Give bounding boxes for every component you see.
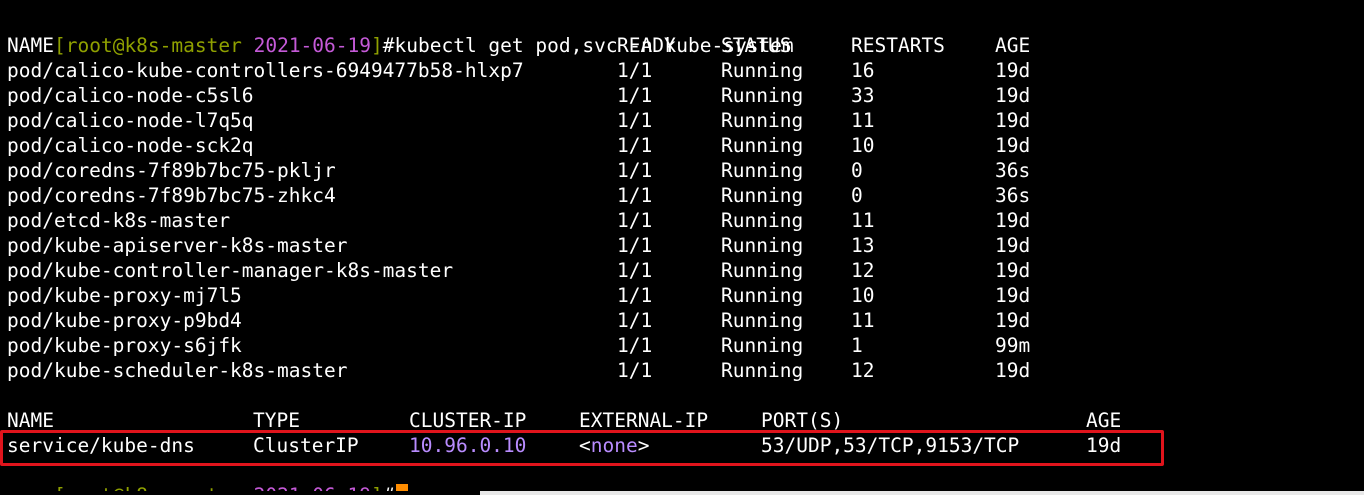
pod-ready-cell: 1/1 bbox=[617, 109, 653, 132]
pod-age-cell: 19d bbox=[995, 359, 1031, 382]
pod-status-cell: Running bbox=[721, 84, 804, 107]
pod-ready-cell: 1/1 bbox=[617, 134, 653, 157]
pod-name-cell: pod/kube-proxy-s6jfk bbox=[7, 334, 242, 357]
pod-age-cell: 19d bbox=[995, 234, 1031, 257]
pod-status-cell: Running bbox=[721, 259, 804, 282]
pod-age-cell: 19d bbox=[995, 109, 1031, 132]
pod-name-cell: pod/kube-controller-manager-k8s-master bbox=[7, 259, 454, 282]
pod-age-cell: 19d bbox=[995, 309, 1031, 332]
pod-restarts-cell: 1 bbox=[851, 334, 863, 357]
pod-ready-cell: 1/1 bbox=[617, 284, 653, 307]
pod-restarts-cell: 11 bbox=[851, 209, 875, 232]
pod-name-cell: pod/kube-scheduler-k8s-master bbox=[7, 359, 348, 382]
pod-age-cell: 36s bbox=[995, 159, 1031, 182]
terminal-window[interactable]: [root@k8s-master 2021-06-19]#kubectl get… bbox=[0, 0, 1364, 495]
pod-status-cell: Running bbox=[721, 284, 804, 307]
pod-age-cell: 99m bbox=[995, 334, 1031, 357]
pod-name-cell: pod/kube-proxy-p9bd4 bbox=[7, 309, 242, 332]
pod-name-cell: pod/calico-node-l7q5q bbox=[7, 109, 254, 132]
prompt-at: @ bbox=[112, 34, 125, 57]
prompt-dir: 2021-06-19 bbox=[253, 34, 371, 57]
pod-age-cell: 19d bbox=[995, 209, 1031, 232]
pod-ready-cell: 1/1 bbox=[617, 84, 653, 107]
prompt-hash: # bbox=[382, 34, 395, 57]
pod-restarts-cell: 11 bbox=[851, 109, 875, 132]
pod-ready-cell: 1/1 bbox=[617, 359, 653, 382]
pod-status-cell: Running bbox=[721, 309, 804, 332]
pod-restarts-cell: 10 bbox=[851, 284, 875, 307]
pod-restarts-cell: 0 bbox=[851, 184, 863, 207]
pods-header-ready: READY bbox=[617, 34, 676, 57]
pod-name-cell: pod/kube-proxy-mj7l5 bbox=[7, 284, 242, 307]
pod-status-cell: Running bbox=[721, 59, 804, 82]
pod-restarts-cell: 33 bbox=[851, 84, 875, 107]
command-line: [root@k8s-master 2021-06-19]#kubectl get… bbox=[7, 8, 794, 57]
prompt-host: k8s-master bbox=[124, 34, 242, 57]
pod-age-cell: 19d bbox=[995, 59, 1031, 82]
pod-name-cell: pod/calico-kube-controllers-6949477b58-h… bbox=[7, 59, 524, 82]
pod-ready-cell: 1/1 bbox=[617, 234, 653, 257]
pod-restarts-cell: 10 bbox=[851, 134, 875, 157]
pod-ready-cell: 1/1 bbox=[617, 309, 653, 332]
pod-status-cell: Running bbox=[721, 109, 804, 132]
pod-status-cell: Running bbox=[721, 234, 804, 257]
pod-ready-cell: 1/1 bbox=[617, 59, 653, 82]
pod-status-cell: Running bbox=[721, 159, 804, 182]
final-prompt-line[interactable]: [root@k8s-master 2021-06-19]# bbox=[7, 458, 408, 495]
pod-age-cell: 19d bbox=[995, 259, 1031, 282]
pod-name-cell: pod/coredns-7f89b7bc75-pkljr bbox=[7, 159, 336, 182]
pod-ready-cell: 1/1 bbox=[617, 159, 653, 182]
pod-age-cell: 19d bbox=[995, 134, 1031, 157]
pod-restarts-cell: 12 bbox=[851, 359, 875, 382]
pod-name-cell: pod/coredns-7f89b7bc75-zhkc4 bbox=[7, 184, 336, 207]
pod-restarts-cell: 13 bbox=[851, 234, 875, 257]
pod-status-cell: Running bbox=[721, 134, 804, 157]
pod-restarts-cell: 16 bbox=[851, 59, 875, 82]
pod-ready-cell: 1/1 bbox=[617, 209, 653, 232]
prompt-open-bracket: [ bbox=[53, 34, 66, 57]
pod-restarts-cell: 0 bbox=[851, 159, 863, 182]
pods-header-status: STATUS bbox=[721, 34, 792, 57]
pod-name-cell: pod/calico-node-c5sl6 bbox=[7, 84, 254, 107]
pod-status-cell: Running bbox=[721, 334, 804, 357]
pod-age-cell: 19d bbox=[995, 284, 1031, 307]
pod-age-cell: 19d bbox=[995, 84, 1031, 107]
pod-ready-cell: 1/1 bbox=[617, 184, 653, 207]
pod-age-cell: 36s bbox=[995, 184, 1031, 207]
pod-status-cell: Running bbox=[721, 209, 804, 232]
pods-header-age: AGE bbox=[995, 34, 1031, 57]
pod-ready-cell: 1/1 bbox=[617, 259, 653, 282]
pod-status-cell: Running bbox=[721, 184, 804, 207]
pod-restarts-cell: 12 bbox=[851, 259, 875, 282]
pod-name-cell: pod/calico-node-sck2q bbox=[7, 134, 254, 157]
pods-header-name: NAME bbox=[7, 34, 54, 57]
pod-name-cell: pod/kube-apiserver-k8s-master bbox=[7, 234, 348, 257]
pods-header-restarts: RESTARTS bbox=[851, 34, 945, 57]
pod-status-cell: Running bbox=[721, 359, 804, 382]
pod-ready-cell: 1/1 bbox=[617, 334, 653, 357]
pod-name-cell: pod/etcd-k8s-master bbox=[7, 209, 231, 232]
prompt-user: root bbox=[65, 34, 113, 57]
prompt-close-bracket: ] bbox=[371, 34, 383, 57]
pod-restarts-cell: 11 bbox=[851, 309, 875, 332]
bottom-edge-light bbox=[480, 491, 1364, 495]
